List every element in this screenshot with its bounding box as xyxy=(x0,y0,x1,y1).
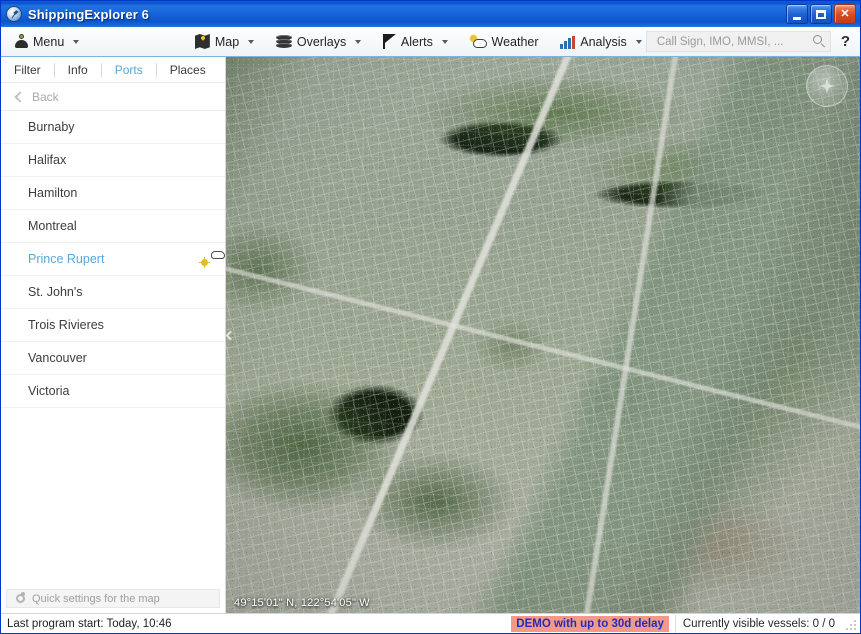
port-name: Victoria xyxy=(28,384,70,398)
toolbar-alerts-button[interactable]: Alerts xyxy=(379,32,452,51)
quick-settings-button[interactable]: Quick settings for the map xyxy=(6,589,220,608)
list-item[interactable]: Victoria xyxy=(1,375,225,408)
list-item[interactable]: Montreal xyxy=(1,210,225,243)
list-item[interactable]: Hamilton xyxy=(1,177,225,210)
person-icon xyxy=(15,34,28,49)
layers-icon xyxy=(275,34,292,49)
chevron-down-icon xyxy=(248,39,255,44)
toolbar-analysis-label: Analysis xyxy=(580,34,627,49)
port-name: Trois Rivieres xyxy=(28,318,104,332)
toolbar-overlays-label: Overlays xyxy=(296,34,347,49)
chevron-left-icon xyxy=(14,92,23,101)
toolbar-analysis-button[interactable]: Analysis xyxy=(556,33,646,51)
list-item[interactable]: Halifax xyxy=(1,144,225,177)
port-name: Montreal xyxy=(28,219,77,233)
content-area: Filter Info Ports Places Back Burnaby Ha… xyxy=(1,57,860,613)
sidebar-panel: Filter Info Ports Places Back Burnaby Ha… xyxy=(1,57,226,613)
toolbar-overlays-button[interactable]: Overlays xyxy=(272,33,365,51)
port-name: Halifax xyxy=(28,153,67,167)
map-coordinates: 49°15'01" N, 122°54'05" W xyxy=(234,597,370,609)
search-box[interactable] xyxy=(645,31,831,52)
port-name: Hamilton xyxy=(28,186,78,200)
chevron-down-icon xyxy=(73,39,80,44)
tab-info[interactable]: Info xyxy=(55,62,102,77)
bar-chart-icon xyxy=(560,35,576,49)
satellite-map[interactable] xyxy=(226,57,860,613)
demo-badge: DEMO with up to 30d delay xyxy=(511,615,669,632)
quick-settings-label: Quick settings for the map xyxy=(32,592,160,605)
map-vignette xyxy=(226,57,860,613)
status-right-group: DEMO with up to 30d delay Currently visi… xyxy=(511,614,858,633)
back-button[interactable]: Back xyxy=(1,83,225,111)
list-item[interactable]: St. John's xyxy=(1,276,225,309)
compass-icon xyxy=(6,6,22,22)
toolbar-map-label: Map xyxy=(214,34,240,49)
port-name: St. John's xyxy=(28,285,83,299)
search-icon[interactable] xyxy=(812,35,826,48)
list-item[interactable]: Trois Rivieres xyxy=(1,309,225,342)
toolbar-menu-label: Menu xyxy=(33,34,65,49)
toolbar-menu-button[interactable]: Menu xyxy=(11,32,83,51)
status-last-start: Last program start: Today, 10:46 xyxy=(7,617,172,630)
main-toolbar: Menu Map Overlays Alerts Weather Analysi… xyxy=(1,27,860,57)
list-item[interactable]: Burnaby xyxy=(1,111,225,144)
gear-icon xyxy=(15,592,26,604)
ports-list: Burnaby Halifax Hamilton Montreal Prince… xyxy=(1,111,225,589)
toolbar-weather-button[interactable]: Weather xyxy=(466,33,543,51)
help-button[interactable]: ? xyxy=(841,34,850,49)
application-window: ShippingExplorer 6 ✕ Menu Map Overlays A… xyxy=(0,0,861,634)
window-title: ShippingExplorer 6 xyxy=(28,6,149,22)
collapse-sidebar-handle[interactable] xyxy=(226,322,234,348)
compass-rose-icon[interactable] xyxy=(806,65,848,107)
window-controls: ✕ xyxy=(786,4,858,24)
list-item[interactable]: Vancouver xyxy=(1,342,225,375)
tab-filter[interactable]: Filter xyxy=(10,62,55,77)
list-item-selected[interactable]: Prince Rupert xyxy=(1,243,225,276)
toolbar-weather-label: Weather xyxy=(491,34,539,49)
port-name: Burnaby xyxy=(28,120,75,134)
map-viewport[interactable]: 49°15'01" N, 122°54'05" W xyxy=(226,57,860,613)
flag-icon xyxy=(382,34,396,49)
map-pin-icon xyxy=(194,34,210,49)
sidebar-tabs: Filter Info Ports Places xyxy=(1,57,225,83)
chevron-down-icon xyxy=(635,39,642,44)
port-name: Prince Rupert xyxy=(28,252,105,266)
toolbar-alerts-label: Alerts xyxy=(400,34,433,49)
title-bar: ShippingExplorer 6 ✕ xyxy=(1,1,860,27)
chevron-down-icon xyxy=(441,39,448,44)
tab-ports[interactable]: Ports xyxy=(102,62,157,77)
weather-icon xyxy=(469,34,487,49)
chevron-down-icon xyxy=(355,39,362,44)
search-input[interactable] xyxy=(654,34,813,49)
maximize-button[interactable] xyxy=(810,4,832,24)
visible-vessels-status: Currently visible vessels: 0 / 0 xyxy=(674,614,842,633)
close-button[interactable]: ✕ xyxy=(834,4,856,24)
back-label: Back xyxy=(32,89,59,104)
tab-places[interactable]: Places xyxy=(157,63,219,77)
status-bar: Last program start: Today, 10:46 DEMO wi… xyxy=(1,613,860,633)
minimize-button[interactable] xyxy=(786,4,808,24)
port-name: Vancouver xyxy=(28,351,87,365)
resize-grip[interactable] xyxy=(844,618,856,630)
toolbar-map-button[interactable]: Map xyxy=(191,32,258,51)
